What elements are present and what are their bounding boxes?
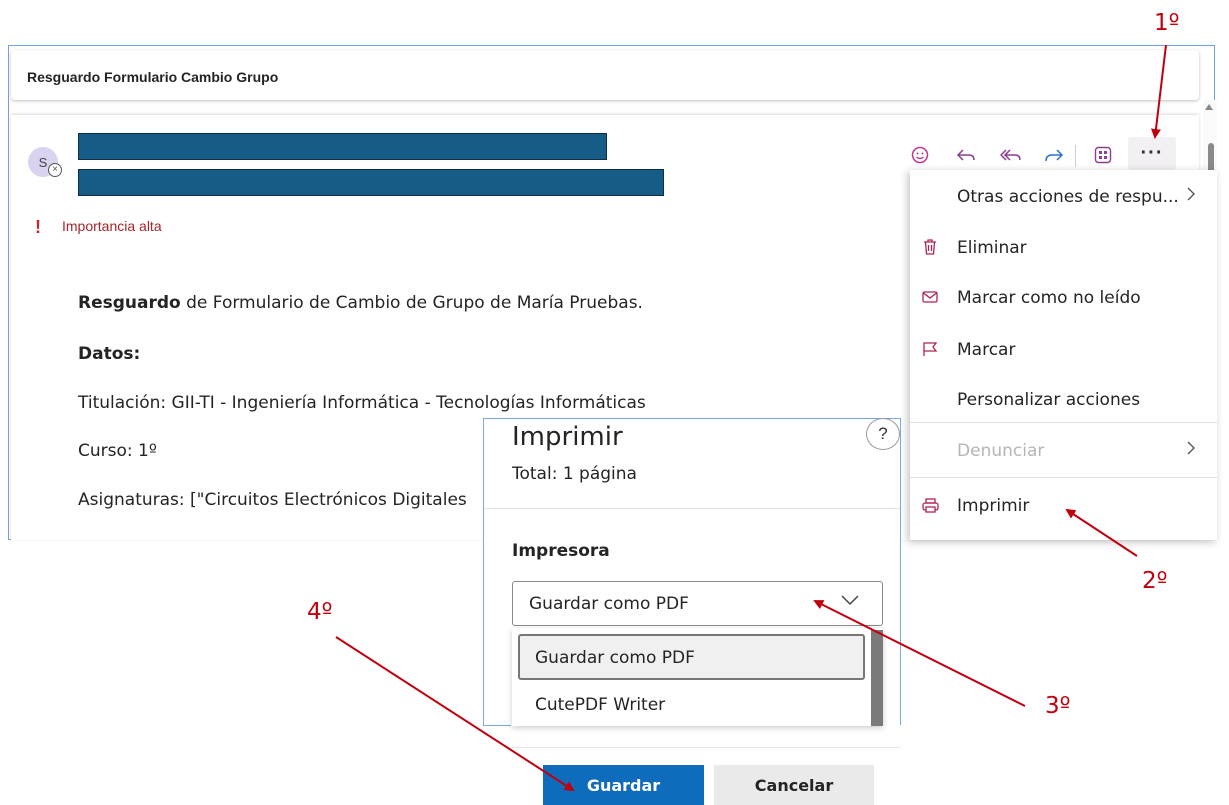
scroll-up-arrow-icon[interactable] (1205, 104, 1213, 110)
menu-divider (910, 477, 1217, 478)
annotation-step-3: 3º (1045, 693, 1071, 719)
flag-icon (922, 341, 938, 361)
cancel-button[interactable]: Cancelar (714, 765, 874, 805)
redacted-recipients (78, 169, 664, 196)
menu-item-report: Denunciar (957, 441, 1045, 461)
annotation-step-2: 2º (1142, 568, 1168, 594)
menu-item-customize-actions[interactable]: Personalizar acciones (957, 390, 1140, 410)
envelope-icon (922, 290, 938, 308)
print-dialog-title: Imprimir (512, 422, 623, 452)
presence-badge-icon: × (48, 163, 62, 177)
email-subject: Resguardo Formulario Cambio Grupo (27, 69, 279, 85)
button-row-divider (512, 747, 901, 748)
menu-item-print[interactable]: Imprimir (957, 496, 1029, 516)
body-curso: Curso: 1º (78, 441, 157, 461)
printer-selected-value: Guardar como PDF (529, 594, 689, 614)
printer-option-cutepdf[interactable]: CutePDF Writer (535, 695, 665, 715)
menu-divider (910, 422, 1217, 423)
exclamation-icon: ! (35, 217, 41, 237)
body-bold-word: Resguardo (78, 293, 181, 313)
apps-icon[interactable] (1090, 143, 1116, 167)
annotation-step-1: 1º (1154, 10, 1180, 36)
emoji-reaction-icon[interactable] (907, 143, 933, 167)
trash-icon (922, 238, 938, 260)
menu-item-flag[interactable]: Marcar (957, 340, 1015, 360)
annotation-step-4: 4º (307, 599, 333, 625)
print-dialog-divider (484, 508, 900, 509)
menu-item-other-reply-actions[interactable]: Otras acciones de respu... (957, 187, 1179, 207)
chevron-right-icon (1186, 186, 1196, 207)
printer-label: Impresora (512, 541, 610, 561)
printer-option-pdf-label: Guardar como PDF (535, 648, 695, 668)
body-datos-heading: Datos: (78, 344, 141, 364)
body-titulacion: Titulación: GII-TI - Ingeniería Informát… (78, 393, 646, 413)
chevron-right-icon (1186, 440, 1196, 461)
importance-label: Importancia alta (62, 218, 162, 234)
printer-icon (922, 498, 939, 518)
menu-item-mark-unread[interactable]: Marcar como no leído (957, 288, 1141, 308)
menu-item-delete[interactable]: Eliminar (957, 238, 1027, 258)
more-actions-button[interactable]: ··· (1128, 137, 1176, 170)
save-button[interactable]: Guardar (543, 765, 704, 805)
body-line-intro: Resguardo de Formulario de Cambio de Gru… (78, 293, 643, 313)
options-scrollbar[interactable] (871, 630, 883, 726)
body-asignaturas: Asignaturas: ["Circuitos Electrónicos Di… (78, 490, 467, 510)
help-button[interactable]: ? (866, 418, 900, 450)
reply-icon[interactable] (953, 143, 979, 167)
forward-icon[interactable] (1041, 143, 1067, 167)
chevron-down-icon[interactable] (840, 590, 860, 611)
reply-all-icon[interactable] (998, 143, 1024, 167)
toolbar-divider (1075, 145, 1076, 167)
redacted-sender (78, 133, 607, 160)
body-intro-rest: de Formulario de Cambio de Grupo de Marí… (180, 293, 643, 313)
print-total-pages: Total: 1 página (512, 464, 637, 484)
avatar-initial: S (38, 154, 48, 170)
